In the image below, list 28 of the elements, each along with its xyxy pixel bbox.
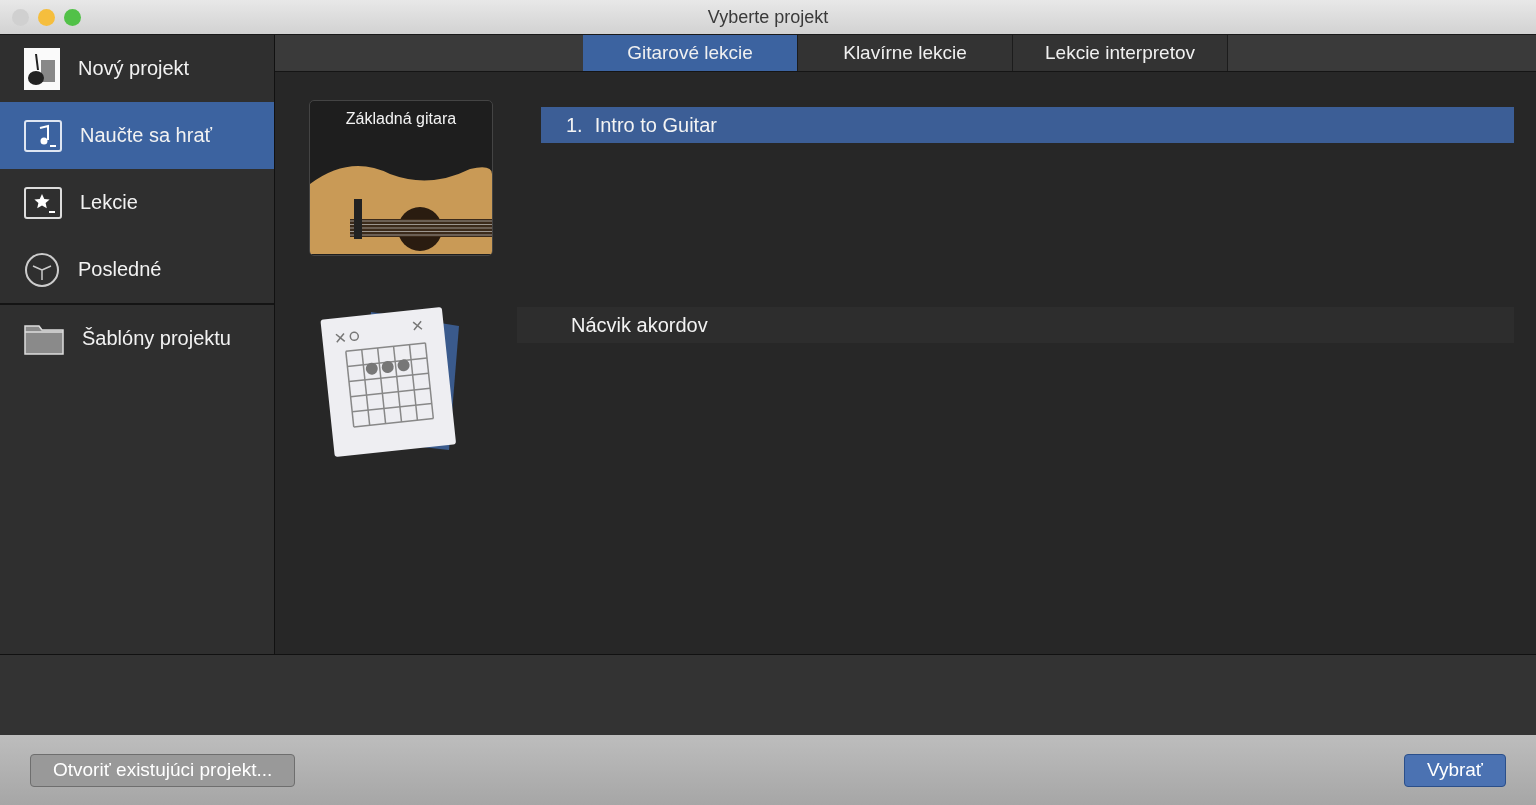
tab[interactable]: Gitarové lekcie <box>583 35 798 71</box>
sidebar-label: Posledné <box>78 258 162 281</box>
choose-button[interactable]: Vybrať <box>1403 753 1506 787</box>
sidebar-item[interactable]: Naučte sa hrať <box>0 102 274 169</box>
window-title: Vyberte projekt <box>706 6 830 28</box>
lesson-number: 1. <box>566 113 583 137</box>
folder-icon <box>24 322 64 355</box>
sidebar-label: Lekcie <box>80 191 138 214</box>
sidebar-item[interactable]: Lekcie <box>0 169 274 236</box>
lesson-title: Intro to Guitar <box>594 113 717 137</box>
minimize-button[interactable] <box>38 8 55 26</box>
sidebar-label: Nový projekt <box>78 57 190 80</box>
sidebar-label: Naučte sa hrať <box>80 124 212 147</box>
clock-icon <box>24 251 60 288</box>
sidebar-item[interactable]: Posledné <box>0 236 274 305</box>
zoom-button[interactable] <box>64 8 81 26</box>
tab[interactable]: Klavírne lekcie <box>798 35 1013 71</box>
lesson-title: Nácvik akordov <box>571 313 708 337</box>
sidebar-item[interactable]: Šablóny projektu <box>0 305 274 372</box>
lesson-row[interactable]: 1. Intro to Guitar <box>541 107 1514 143</box>
sidebar-label: Šablóny projektu <box>82 327 231 350</box>
guitar-icon <box>24 47 60 90</box>
course-thumbnail[interactable]: Základná gitara <box>309 100 493 256</box>
course-title: Základná gitara <box>345 110 457 128</box>
tab[interactable]: Lekcie interpretov <box>1013 35 1228 71</box>
sidebar-item[interactable]: Nový projekt <box>0 35 274 102</box>
music-note-icon <box>24 119 62 152</box>
lesson-row[interactable]: Nácvik akordov <box>517 307 1514 343</box>
